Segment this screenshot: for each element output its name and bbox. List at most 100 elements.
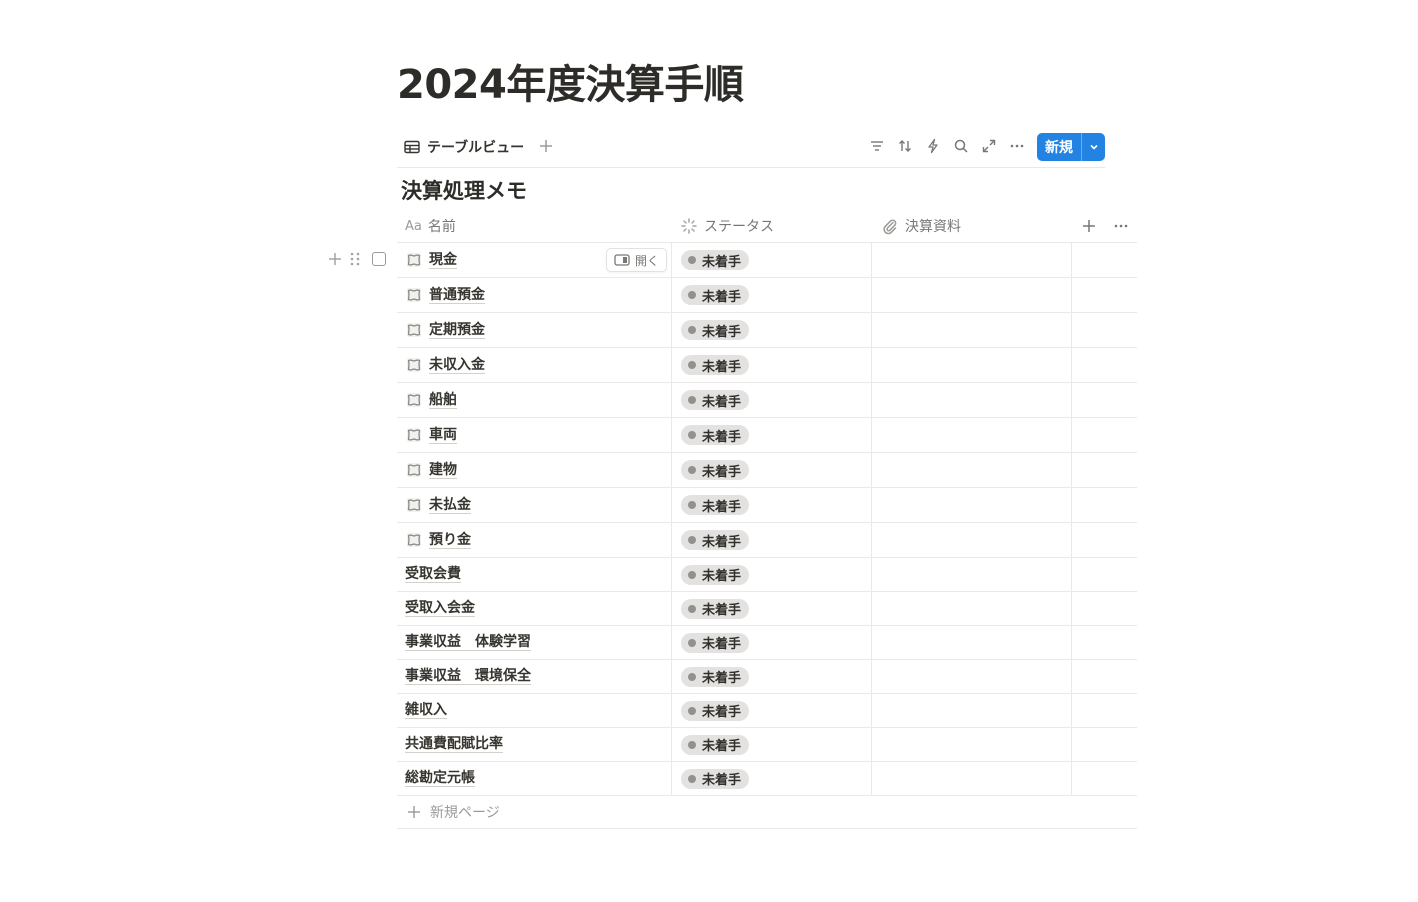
cell-files[interactable]	[872, 592, 1072, 625]
cell-files[interactable]	[872, 418, 1072, 452]
row-name[interactable]: 受取会費	[405, 566, 461, 583]
more-icon[interactable]	[1009, 138, 1025, 154]
cell-status[interactable]: 未着手	[672, 694, 872, 727]
cell-status[interactable]: 未着手	[672, 383, 872, 417]
status-badge[interactable]: 未着手	[681, 734, 750, 755]
row-name[interactable]: 総勘定元帳	[405, 770, 475, 787]
column-header-name[interactable]: Aa 名前	[405, 209, 456, 243]
cell-name[interactable]: 車両	[397, 418, 672, 452]
status-badge[interactable]: 未着手	[681, 390, 750, 410]
cell-files[interactable]	[872, 243, 1072, 277]
status-badge[interactable]: 未着手	[681, 598, 750, 619]
lightning-icon[interactable]	[925, 138, 941, 154]
status-badge[interactable]: 未着手	[681, 285, 750, 305]
cell-status[interactable]: 未着手	[672, 660, 872, 693]
new-button[interactable]: 新規	[1037, 133, 1105, 161]
sort-icon[interactable]	[897, 138, 913, 154]
cell-name[interactable]: 未払金	[397, 488, 672, 522]
row-name[interactable]: 共通費配賦比率	[405, 736, 503, 753]
cell-files[interactable]	[872, 523, 1072, 557]
cell-status[interactable]: 未着手	[672, 243, 872, 277]
status-badge[interactable]: 未着手	[681, 355, 750, 375]
table-row[interactable]: 受取会費 未着手	[397, 558, 1137, 592]
cell-status[interactable]: 未着手	[672, 418, 872, 452]
table-row[interactable]: 雑収入 未着手	[397, 694, 1137, 728]
cell-status[interactable]: 未着手	[672, 453, 872, 487]
status-badge[interactable]: 未着手	[681, 666, 750, 687]
cell-files[interactable]	[872, 558, 1072, 591]
status-badge[interactable]: 未着手	[681, 320, 750, 340]
status-badge[interactable]: 未着手	[681, 530, 750, 550]
status-badge[interactable]: 未着手	[681, 700, 750, 721]
cell-status[interactable]: 未着手	[672, 762, 872, 795]
page-title[interactable]: 2024年度決算手順	[397, 58, 744, 112]
status-badge[interactable]: 未着手	[681, 564, 750, 585]
cell-files[interactable]	[872, 348, 1072, 382]
row-name[interactable]: 事業収益 環境保全	[405, 668, 531, 685]
cell-files[interactable]	[872, 660, 1072, 693]
cell-name[interactable]: 現金 開く	[397, 243, 672, 277]
table-row[interactable]: 受取入会金 未着手	[397, 592, 1137, 626]
cell-status[interactable]: 未着手	[672, 523, 872, 557]
row-name[interactable]: 普通預金	[429, 287, 485, 304]
status-badge[interactable]: 未着手	[681, 632, 750, 653]
column-header-status[interactable]: ステータス	[680, 209, 774, 243]
add-column-icon[interactable]	[1081, 218, 1097, 234]
tab-table-view[interactable]: テーブルビュー	[403, 135, 524, 159]
drag-handle-icon[interactable]	[348, 251, 362, 267]
table-row[interactable]: 車両 未着手	[397, 418, 1137, 453]
cell-name[interactable]: 事業収益 環境保全	[397, 660, 672, 693]
row-name[interactable]: 雑収入	[405, 702, 447, 719]
cell-files[interactable]	[872, 488, 1072, 522]
table-row[interactable]: 未収入金 未着手	[397, 348, 1137, 383]
status-badge[interactable]: 未着手	[681, 768, 750, 789]
row-name[interactable]: 受取入会金	[405, 600, 475, 617]
open-page-button[interactable]: 開く	[606, 248, 668, 272]
table-row[interactable]: 定期預金 未着手	[397, 313, 1137, 348]
status-badge[interactable]: 未着手	[681, 495, 750, 515]
table-row[interactable]: 事業収益 体験学習 未着手	[397, 626, 1137, 660]
cell-files[interactable]	[872, 383, 1072, 417]
cell-name[interactable]: 受取会費	[397, 558, 672, 591]
row-name[interactable]: 未払金	[429, 497, 471, 514]
cell-name[interactable]: 普通預金	[397, 278, 672, 312]
cell-status[interactable]: 未着手	[672, 728, 872, 761]
table-row[interactable]: 普通預金 未着手	[397, 278, 1137, 313]
row-select-checkbox[interactable]	[372, 252, 386, 266]
cell-name[interactable]: 建物	[397, 453, 672, 487]
cell-status[interactable]: 未着手	[672, 278, 872, 312]
cell-files[interactable]	[872, 694, 1072, 727]
table-row[interactable]: 船舶 未着手	[397, 383, 1137, 418]
row-name[interactable]: 現金	[429, 252, 457, 269]
table-row[interactable]: 建物 未着手	[397, 453, 1137, 488]
row-name[interactable]: 定期預金	[429, 322, 485, 339]
search-icon[interactable]	[953, 138, 969, 154]
cell-name[interactable]: 総勘定元帳	[397, 762, 672, 795]
cell-name[interactable]: 未収入金	[397, 348, 672, 382]
cell-files[interactable]	[872, 762, 1072, 795]
new-page-button[interactable]: 新規ページ	[397, 796, 1137, 829]
row-name[interactable]: 船舶	[429, 392, 457, 409]
cell-status[interactable]: 未着手	[672, 592, 872, 625]
table-row[interactable]: 共通費配賦比率 未着手	[397, 728, 1137, 762]
table-row[interactable]: 事業収益 環境保全 未着手	[397, 660, 1137, 694]
row-name[interactable]: 車両	[429, 427, 457, 444]
table-row[interactable]: 未払金 未着手	[397, 488, 1137, 523]
add-view-icon[interactable]	[537, 137, 555, 155]
add-row-icon[interactable]	[327, 251, 343, 267]
cell-name[interactable]: 定期預金	[397, 313, 672, 347]
new-button-label[interactable]: 新規	[1037, 133, 1081, 161]
cell-name[interactable]: 事業収益 体験学習	[397, 626, 672, 659]
row-name[interactable]: 未収入金	[429, 357, 485, 374]
status-badge[interactable]: 未着手	[681, 460, 750, 480]
filter-icon[interactable]	[869, 138, 885, 154]
column-header-files[interactable]: 決算資料	[881, 209, 961, 243]
cell-name[interactable]: 預り金	[397, 523, 672, 557]
status-badge[interactable]: 未着手	[681, 425, 750, 445]
cell-files[interactable]	[872, 278, 1072, 312]
table-row[interactable]: 預り金 未着手	[397, 523, 1137, 558]
cell-status[interactable]: 未着手	[672, 348, 872, 382]
row-name[interactable]: 建物	[429, 462, 457, 479]
status-badge[interactable]: 未着手	[681, 250, 750, 270]
row-name[interactable]: 預り金	[429, 532, 471, 549]
